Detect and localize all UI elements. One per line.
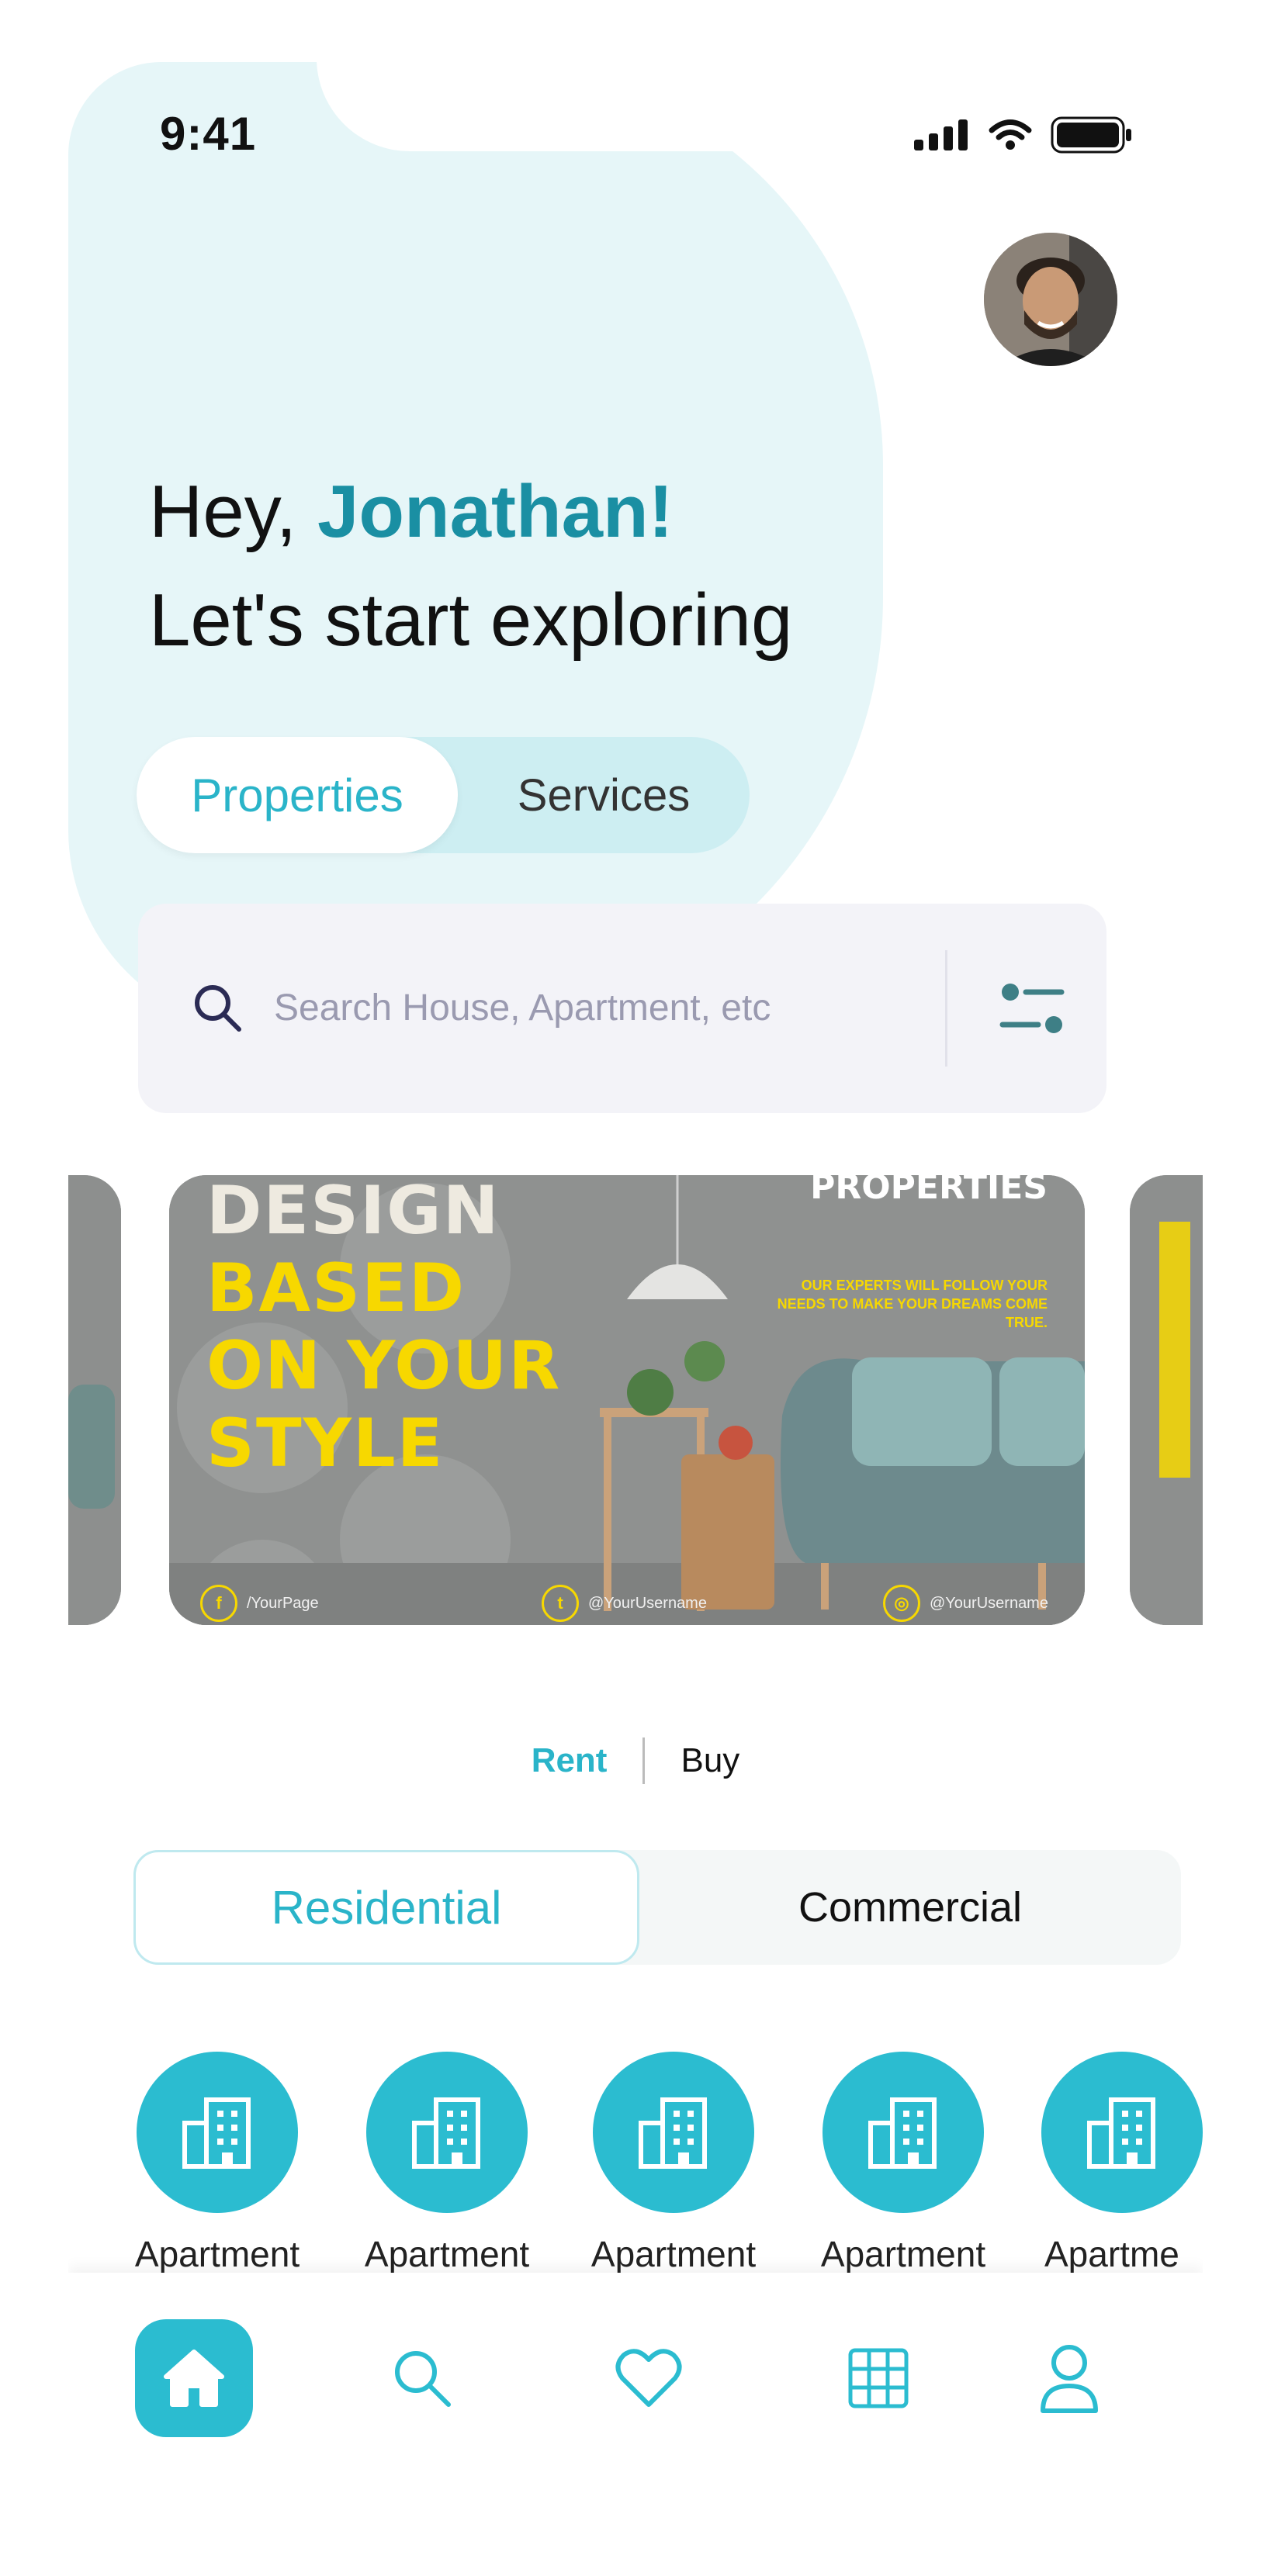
profile-icon[interactable] — [1010, 2319, 1128, 2437]
property-type-label: Apartme — [1044, 2234, 1179, 2274]
tab-commercial[interactable]: Commercial — [639, 1850, 1181, 1965]
twitter-icon: t — [542, 1585, 579, 1622]
social-handle: /YourPage — [247, 1594, 319, 1612]
social-instagram: ◎ @YourUsername — [883, 1585, 1048, 1622]
grid-icon[interactable] — [819, 2319, 937, 2437]
property-type-label: Apartment — [820, 2234, 986, 2274]
banner-line-2: BASED — [206, 1250, 466, 1327]
tab-properties[interactable]: Properties — [137, 737, 458, 853]
social-handle: @YourUsername — [588, 1594, 707, 1612]
banner-subtext: OUR EXPERTS WILL FOLLOW YOUR NEEDS TO MA… — [777, 1278, 1048, 1330]
property-type-item[interactable]: Apartment — [580, 2052, 767, 2275]
app-screen: 9:41 Hey, Jonathan! Let's start explorin… — [68, 0, 1203, 2576]
search-input[interactable]: Search House, Apartment, etc — [274, 987, 771, 1029]
status-time: 9:41 — [160, 108, 257, 160]
mode-divider — [642, 1738, 646, 1784]
profile-photo — [984, 233, 1117, 366]
rent-option[interactable]: Rent — [532, 1741, 608, 1780]
user-name: Jonathan! — [317, 470, 674, 553]
social-twitter: t @YourUsername — [542, 1585, 707, 1622]
property-type-item[interactable]: Apartment — [810, 2052, 996, 2275]
bottom-tab-bar — [68, 2273, 1203, 2576]
promo-banner[interactable]: PROPERTIES DESIGN BASED ON YOUR STYLE OU… — [169, 1175, 1085, 1625]
building-icon — [593, 2052, 754, 2213]
battery-icon — [1051, 116, 1131, 154]
building-icon — [137, 2052, 298, 2213]
property-type-label: Apartment — [364, 2234, 530, 2274]
heart-icon[interactable] — [590, 2319, 708, 2437]
status-icons — [914, 116, 1133, 154]
property-types-list: Apartment Apartment Apartment Apartment … — [68, 2052, 1203, 2284]
building-icon — [366, 2052, 528, 2213]
filter-icon[interactable] — [999, 981, 1065, 1041]
greeting-prefix: Hey, — [149, 470, 317, 553]
greeting-line: Hey, Jonathan! — [149, 458, 792, 566]
banner-top-text: PROPERTIES — [810, 1175, 1048, 1207]
building-icon — [823, 2052, 984, 2213]
category-tabs: Residential Commercial — [133, 1850, 1181, 1965]
tab-residential[interactable]: Residential — [133, 1850, 639, 1965]
social-handle: @YourUsername — [930, 1594, 1048, 1612]
property-type-label: Apartment — [590, 2234, 757, 2274]
banner-card-next[interactable] — [1130, 1175, 1203, 1625]
tab-services[interactable]: Services — [458, 737, 750, 853]
home-icon[interactable] — [135, 2319, 253, 2437]
facebook-icon: f — [200, 1585, 237, 1622]
property-type-item[interactable]: Apartment — [354, 2052, 540, 2275]
greeting-subtitle: Let's start exploring — [149, 579, 793, 662]
search-divider — [945, 950, 947, 1067]
buy-option[interactable]: Buy — [681, 1741, 739, 1780]
wifi-icon — [989, 119, 1032, 150]
avatar[interactable] — [984, 233, 1117, 366]
building-icon — [1041, 2052, 1203, 2213]
banner-card-previous[interactable] — [68, 1175, 121, 1625]
search-icon — [191, 981, 245, 1039]
signal-icon — [914, 119, 968, 150]
search-icon[interactable] — [363, 2319, 481, 2437]
search-bar[interactable]: Search House, Apartment, etc — [138, 904, 1106, 1113]
property-type-item[interactable]: Apartme — [1040, 2052, 1203, 2275]
instagram-icon: ◎ — [883, 1585, 920, 1622]
banner-line-4: STYLE — [206, 1405, 445, 1482]
greeting: Hey, Jonathan! Let's start exploring — [149, 458, 792, 675]
banner-line-1: DESIGN — [206, 1175, 500, 1250]
banner-line-3: ON YOUR — [206, 1327, 562, 1405]
property-type-label: Apartment — [134, 2234, 300, 2274]
social-facebook: f /YourPage — [200, 1585, 319, 1622]
listing-mode-toggle: Rent Buy — [68, 1738, 1203, 1784]
property-type-item[interactable]: Apartment — [124, 2052, 310, 2275]
main-tabs: Properties Services — [137, 737, 750, 853]
